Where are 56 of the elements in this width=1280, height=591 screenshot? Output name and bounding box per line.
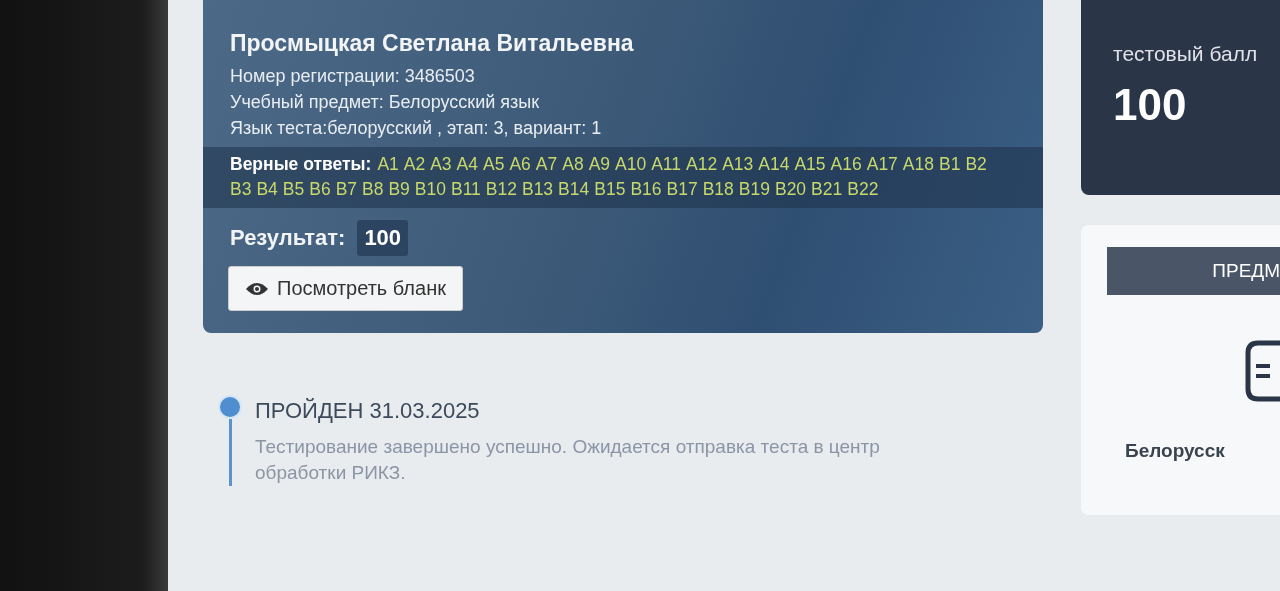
status-description: Тестирование завершено успешно. Ожидается отправка теста в центр обработки РИКЗ. [255, 435, 881, 485]
candidate-name: Просмыцкая Светлана Витальевна [230, 30, 635, 57]
answer-code: B22 [847, 178, 879, 201]
answer-code: A10 [615, 153, 647, 176]
answer-code: B7 [335, 178, 358, 201]
answer-code: A5 [483, 153, 505, 176]
answer-code: A11 [651, 153, 681, 176]
answer-code: B6 [309, 178, 331, 201]
answer-code: A3 [430, 153, 452, 176]
score-label: тестовый балл [1113, 42, 1259, 66]
answer-code: B12 [485, 178, 517, 201]
answer-code: B5 [282, 178, 305, 201]
answer-code: A18 [902, 153, 934, 176]
answer-code: B19 [738, 178, 770, 201]
answer-code: A15 [794, 153, 826, 176]
answer-code: B3 [230, 178, 252, 201]
answer-code: A16 [830, 153, 862, 176]
answer-code: A8 [562, 153, 584, 176]
answer-code: B21 [811, 178, 843, 201]
answer-code: B11 [451, 178, 481, 201]
answer-code: B8 [362, 178, 384, 201]
status-title: ПРОЙДЕН 31.03.2025 [255, 398, 481, 424]
answer-code: B9 [388, 178, 410, 201]
answer-code: B17 [666, 178, 698, 201]
answer-code: B4 [256, 178, 278, 201]
detail-line: Номер регистрации: 3486503 [230, 66, 476, 87]
eye-icon [245, 280, 269, 297]
form-icon [1244, 340, 1280, 402]
score-value: 100 [1113, 80, 1188, 130]
answer-code: B20 [774, 178, 807, 201]
result-value: 100 [357, 220, 409, 256]
answer-code: A1 [377, 153, 399, 176]
subject-header: ПРЕДМ [1107, 247, 1280, 295]
answer-code: A2 [403, 153, 426, 176]
answer-code: A9 [588, 153, 611, 176]
answer-code: B10 [414, 178, 446, 201]
answer-code: A13 [722, 153, 754, 176]
answer-code: B14 [558, 178, 590, 201]
answer-code: B15 [594, 178, 626, 201]
answer-code: A14 [758, 153, 790, 176]
answer-code: A12 [686, 153, 718, 176]
detail-line: Учебный предмет: Белорусский язык [230, 92, 541, 113]
answer-code: B13 [521, 178, 554, 201]
answer-code: A7 [535, 153, 558, 176]
answer-code: B2 [965, 153, 987, 176]
answer-code: B18 [702, 178, 734, 201]
detail-line: Язык теста:белорусский , этап: 3, вариант: 1 [230, 118, 603, 139]
subject-name: Белорусск [1124, 440, 1226, 462]
answer-code: A4 [456, 153, 478, 176]
answer-code: B16 [630, 178, 662, 201]
answer-code: B1 [939, 153, 961, 176]
view-form-button[interactable]: Посмотреть бланк [228, 266, 463, 311]
answers-label: Верные ответы: [230, 154, 372, 174]
answer-code: A6 [509, 153, 531, 176]
result-label: Результат: [230, 225, 346, 251]
answer-code: A17 [866, 153, 898, 176]
